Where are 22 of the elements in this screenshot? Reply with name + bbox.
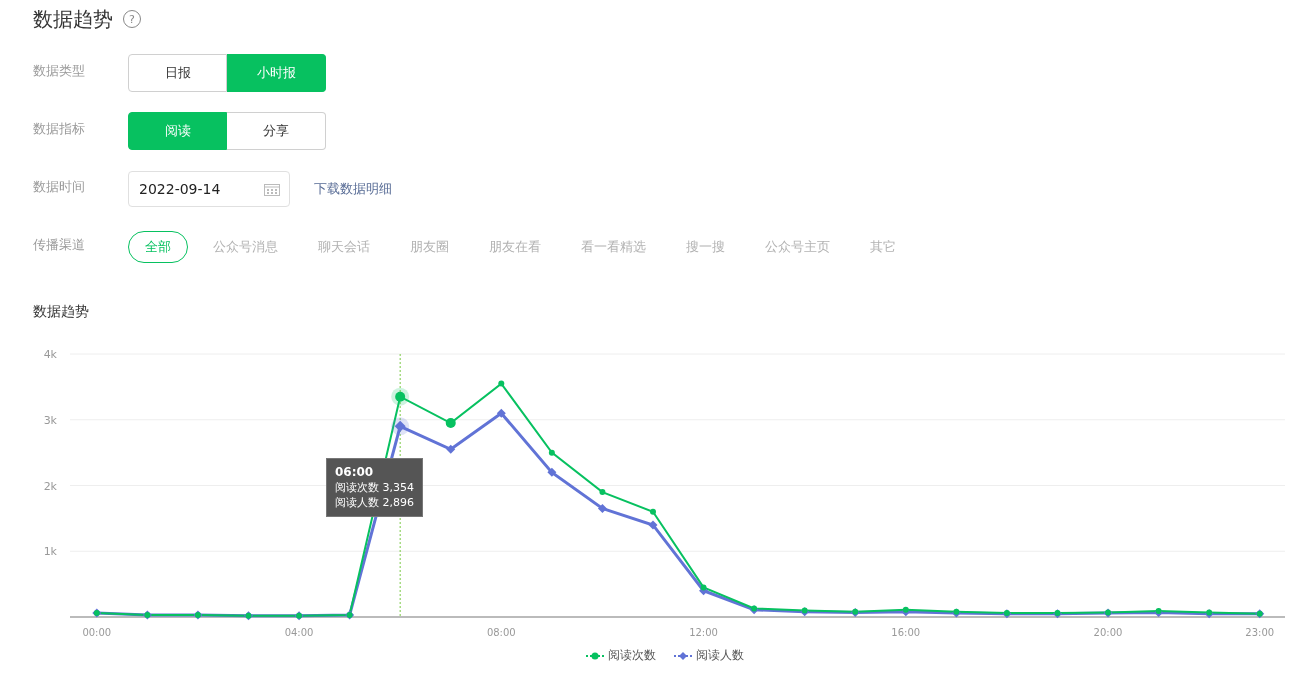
y-tick-label: 4k (43, 348, 57, 361)
legend-label: 阅读次数 (608, 647, 656, 664)
x-tick-label: 08:00 (486, 627, 516, 638)
x-tick-label: 12:00 (689, 627, 718, 638)
filter-label: 数据类型 (33, 62, 86, 80)
filter-label: 数据指标 (33, 120, 86, 138)
tooltip-title: 06:00 (335, 465, 375, 480)
x-tick-label: 00:00 (82, 627, 112, 638)
x-tick-label: 16:00 (891, 627, 921, 638)
tooltip-line: 阅读人数 2,896 (335, 495, 414, 510)
y-tick-label: 2k (43, 479, 57, 493)
x-tick-label: 04:00 (284, 627, 314, 638)
y-tick-label: 3k (43, 413, 57, 427)
chart-title: 数据趋势 (32, 303, 90, 321)
y-tick-label: 1k (43, 545, 57, 559)
legend-label: 阅读人数 (696, 647, 744, 664)
page-title: 数据趋势 (33, 5, 113, 33)
tooltip-line: 阅读次数 3,354 (335, 480, 414, 495)
filter-label: 传播渠道 (33, 236, 86, 254)
x-tick-label: 20:00 (1093, 627, 1123, 638)
filter-label: 数据时间 (33, 178, 86, 196)
x-tick-label: 23:00 (1245, 627, 1275, 638)
